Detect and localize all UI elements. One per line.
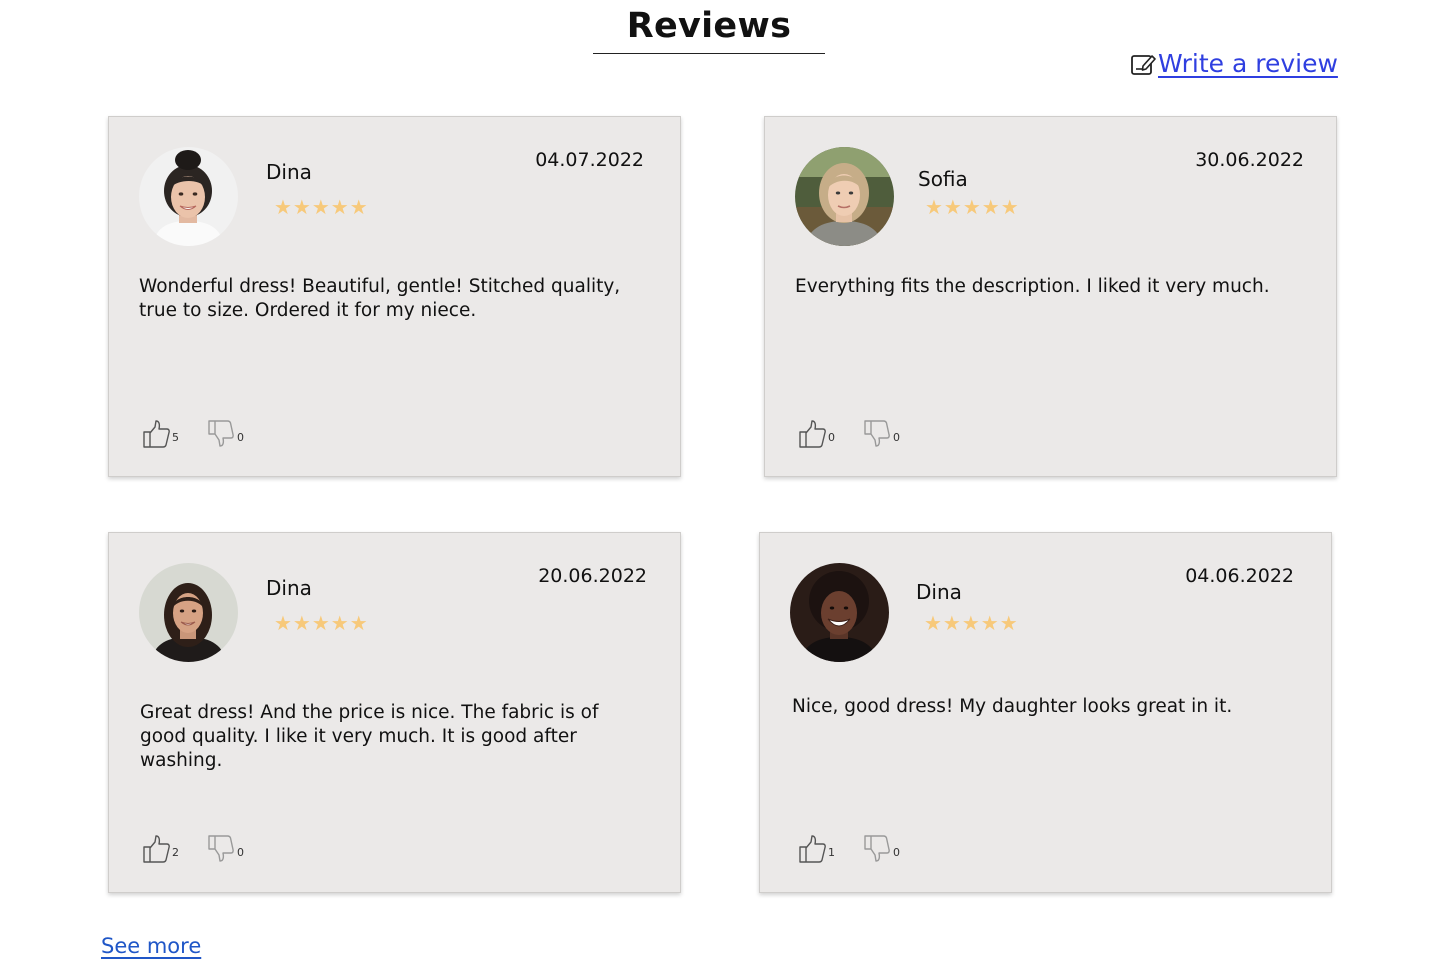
thumbs-down-icon [207, 835, 235, 863]
rating-stars: ★★★★★ [274, 611, 369, 635]
review-date: 04.06.2022 [1185, 565, 1294, 587]
like-count: 5 [172, 431, 179, 444]
rating-stars: ★★★★★ [274, 195, 369, 219]
like-button[interactable]: 1 [798, 835, 835, 863]
avatar [139, 147, 238, 246]
rating-stars: ★★★★★ [924, 611, 1019, 635]
review-text: Wonderful dress! Beautiful, gentle! Stit… [139, 276, 621, 321]
reviewer-name: Dina [266, 576, 312, 600]
review-text: Nice, good dress! My daughter looks grea… [792, 696, 1233, 717]
dislike-count: 0 [237, 846, 244, 859]
review-date: 04.07.2022 [535, 149, 644, 171]
thumbs-down-icon [863, 835, 891, 863]
like-count: 0 [828, 431, 835, 444]
reviewer-name: Sofia [918, 167, 968, 191]
like-button[interactable]: 5 [142, 420, 179, 448]
dislike-count: 0 [893, 431, 900, 444]
vote-controls: 2 0 [142, 835, 272, 863]
review-date: 30.06.2022 [1195, 149, 1304, 171]
review-text: Everything fits the description. I liked… [795, 276, 1270, 297]
like-count: 2 [172, 846, 179, 859]
thumbs-up-icon [798, 835, 826, 863]
page-title: Reviews [626, 6, 792, 46]
reviewer-name: Dina [916, 580, 962, 604]
thumbs-up-icon [142, 420, 170, 448]
write-review-label: Write a review [1158, 49, 1338, 78]
reviews-page: Reviews Write a review Dina ★★★★★ 04.07.… [0, 0, 1440, 961]
see-more-link[interactable]: See more [101, 934, 201, 958]
review-text: Great dress! And the price is nice. The … [140, 702, 599, 771]
review-card: Dina ★★★★★ 04.07.2022 Wonderful dress! B… [108, 116, 681, 477]
vote-controls: 1 0 [798, 835, 928, 863]
like-button[interactable]: 0 [798, 420, 835, 448]
thumbs-up-icon [798, 420, 826, 448]
vote-controls: 0 0 [798, 420, 928, 448]
title-underline [593, 53, 825, 54]
rating-stars: ★★★★★ [925, 195, 1020, 219]
avatar [139, 563, 238, 662]
review-date: 20.06.2022 [538, 565, 647, 587]
dislike-button[interactable]: 0 [863, 835, 900, 863]
vote-controls: 5 0 [142, 420, 272, 448]
thumbs-up-icon [142, 835, 170, 863]
dislike-button[interactable]: 0 [863, 420, 900, 448]
avatar [790, 563, 889, 662]
dislike-button[interactable]: 0 [207, 835, 244, 863]
edit-note-icon [1130, 51, 1156, 77]
thumbs-down-icon [863, 420, 891, 448]
like-button[interactable]: 2 [142, 835, 179, 863]
dislike-count: 0 [893, 846, 900, 859]
review-card: Sofia ★★★★★ 30.06.2022 Everything fits t… [764, 116, 1337, 477]
reviewer-name: Dina [266, 160, 312, 184]
write-review-link[interactable]: Write a review [1130, 49, 1338, 78]
avatar [795, 147, 894, 246]
like-count: 1 [828, 846, 835, 859]
dislike-count: 0 [237, 431, 244, 444]
review-card: Dina ★★★★★ 20.06.2022 Great dress! And t… [108, 532, 681, 893]
review-card: Dina ★★★★★ 04.06.2022 Nice, good dress! … [759, 532, 1332, 893]
dislike-button[interactable]: 0 [207, 420, 244, 448]
thumbs-down-icon [207, 420, 235, 448]
